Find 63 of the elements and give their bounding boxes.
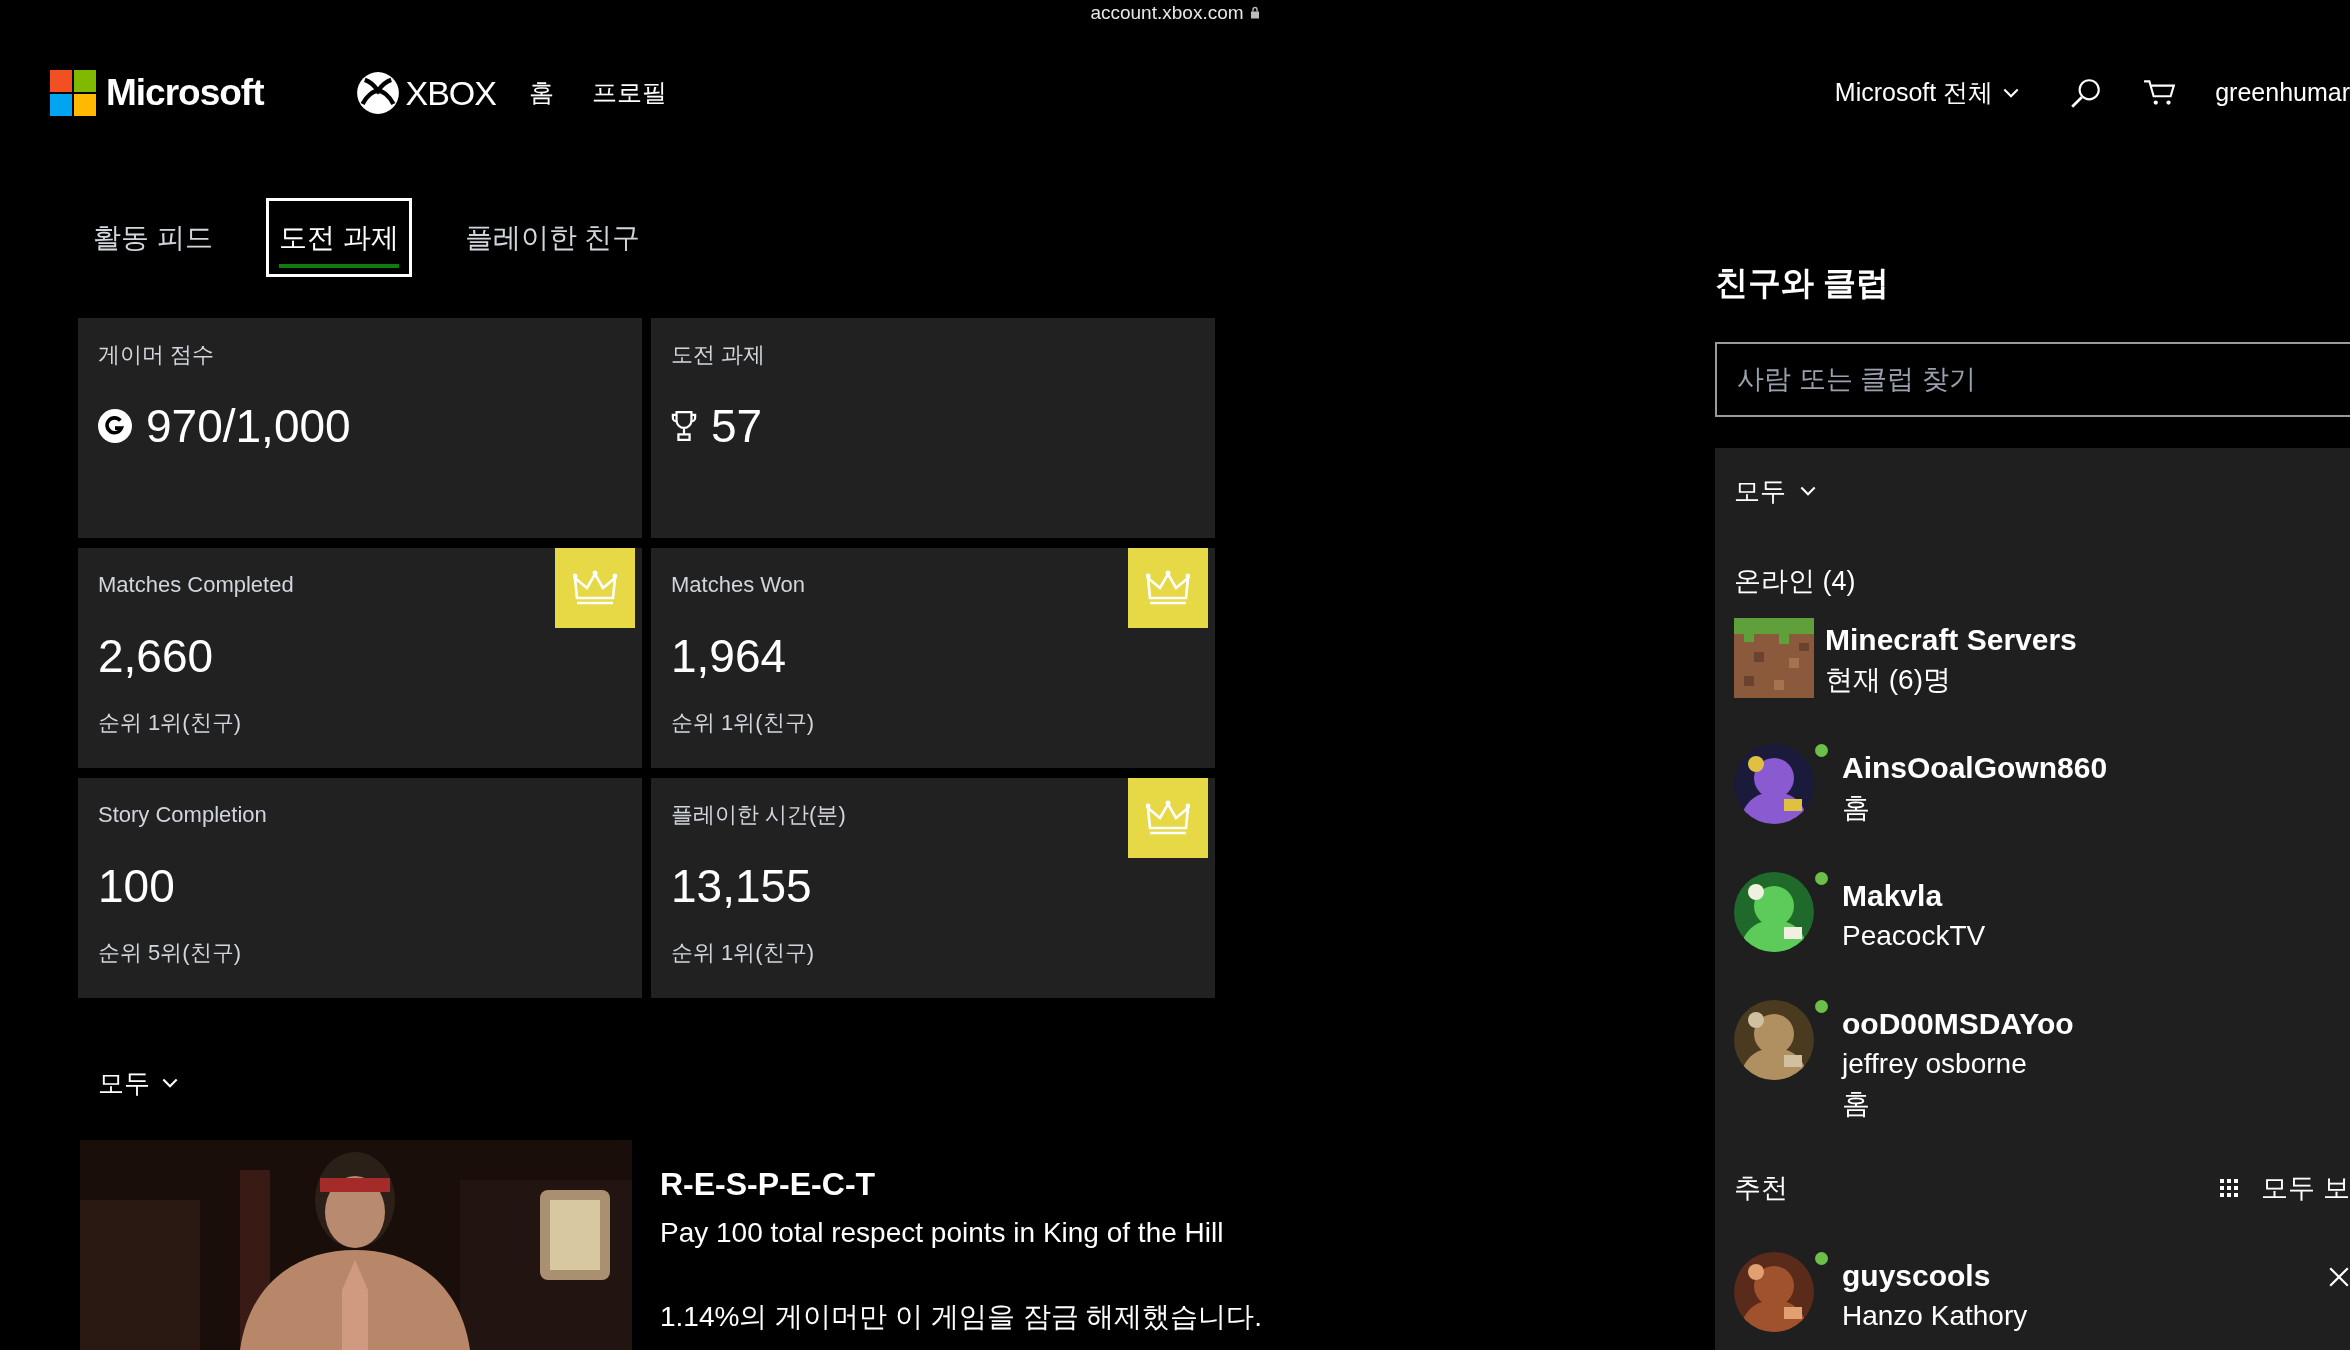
grid-view-icon[interactable]	[2219, 1177, 2240, 1198]
achievement-title: R-E-S-P-E-C-T	[660, 1165, 877, 1204]
gamerscore-icon	[98, 409, 132, 443]
rarity-text: 1.14%의 게이머만 이 게임을 잠금 해제했습니다.	[660, 1300, 1263, 1334]
friend-name[interactable]: ooD00MSDAYoo	[1842, 1003, 2074, 1044]
chevron-down-icon	[1800, 486, 1816, 497]
stat-value: 1,964	[671, 633, 787, 679]
xbox-sphere-icon	[355, 71, 400, 115]
stat-label: Story Completion	[98, 801, 267, 828]
all-microsoft-menu[interactable]: Microsoft 전체	[1834, 74, 2020, 112]
friend-status: 현재 (6)명	[1825, 662, 1952, 697]
lock-icon	[1249, 5, 1260, 19]
crown-icon	[573, 570, 617, 606]
stat-value: 100	[98, 863, 175, 909]
filter-dropdown[interactable]: 모두	[1734, 472, 1816, 511]
friend-status: 홈	[1842, 790, 1871, 825]
rank-text: 순위 5위(친구)	[98, 939, 242, 967]
stat-label: 도전 과제	[671, 341, 766, 368]
crown-icon	[1146, 800, 1190, 836]
friend-status: jeffrey osborne	[1842, 1046, 2028, 1081]
see-all-link[interactable]: 모두 보	[2261, 1167, 2350, 1208]
chevron-down-icon	[2003, 87, 2020, 99]
windows-squares-icon	[50, 70, 96, 116]
product-text: XBOX	[405, 72, 496, 114]
url-text: account.xbox.com	[1090, 2, 1244, 22]
xbox-logo[interactable]: XBOX	[355, 67, 496, 119]
stat-value: 2,660	[98, 633, 214, 679]
search-field[interactable]: 사람 또는 클럽 찾기	[1715, 342, 2350, 417]
rank-text: 순위 1위(친구)	[671, 939, 815, 967]
user-name[interactable]: greenhumar	[2215, 74, 2350, 112]
stat-label: Matches Completed	[98, 571, 294, 598]
cart-icon[interactable]	[2143, 78, 2178, 108]
tab[interactable]: 활동 피드	[80, 198, 226, 277]
microsoft-logo[interactable]: Microsoft	[50, 65, 264, 121]
friend-name[interactable]: AinsOoalGown860	[1842, 747, 2108, 788]
chevron-down-icon	[162, 1078, 178, 1089]
stat-value: 57	[711, 403, 763, 449]
section-heading: 추천	[1734, 1171, 1788, 1205]
brand-text: Microsoft	[106, 71, 264, 116]
nav-link[interactable]: 프로필	[592, 74, 667, 112]
tab[interactable]: 플레이한 친구	[451, 198, 654, 277]
friend-name[interactable]: Makvla	[1842, 875, 1986, 916]
friend-name[interactable]: guyscools	[1842, 1256, 2028, 1296]
tab[interactable]: 도전 과제	[265, 198, 412, 277]
friend-status: PeacockTV	[1842, 918, 1986, 953]
rank-text: 순위 1위(친구)	[671, 709, 815, 737]
section-heading: 온라인 (4)	[1734, 565, 1857, 598]
stat-value: 13,155	[671, 863, 812, 909]
filter-dropdown[interactable]: 모두	[98, 1064, 178, 1103]
friend-status: Hanzo Kathory	[1842, 1299, 2028, 1333]
close-icon[interactable]	[2328, 1266, 2350, 1288]
rank-text: 순위 1위(친구)	[98, 709, 242, 737]
friend-status: 홈	[1842, 1086, 1871, 1121]
stat-label: 게이머 점수	[98, 341, 215, 368]
stat-label: 플레이한 시간(분)	[671, 801, 846, 828]
panel-title: 친구와 클럽	[1715, 263, 1891, 302]
stat-value: 970/1,000	[146, 403, 351, 449]
crown-icon	[1146, 570, 1190, 606]
trophy-icon	[671, 410, 697, 442]
stat-label: Matches Won	[671, 571, 806, 598]
achievement-description: Pay 100 total respect points in King of the Hill	[660, 1216, 1225, 1250]
friend-name[interactable]: Minecraft Servers	[1825, 619, 2077, 660]
nav-link[interactable]: 홈	[529, 74, 554, 112]
